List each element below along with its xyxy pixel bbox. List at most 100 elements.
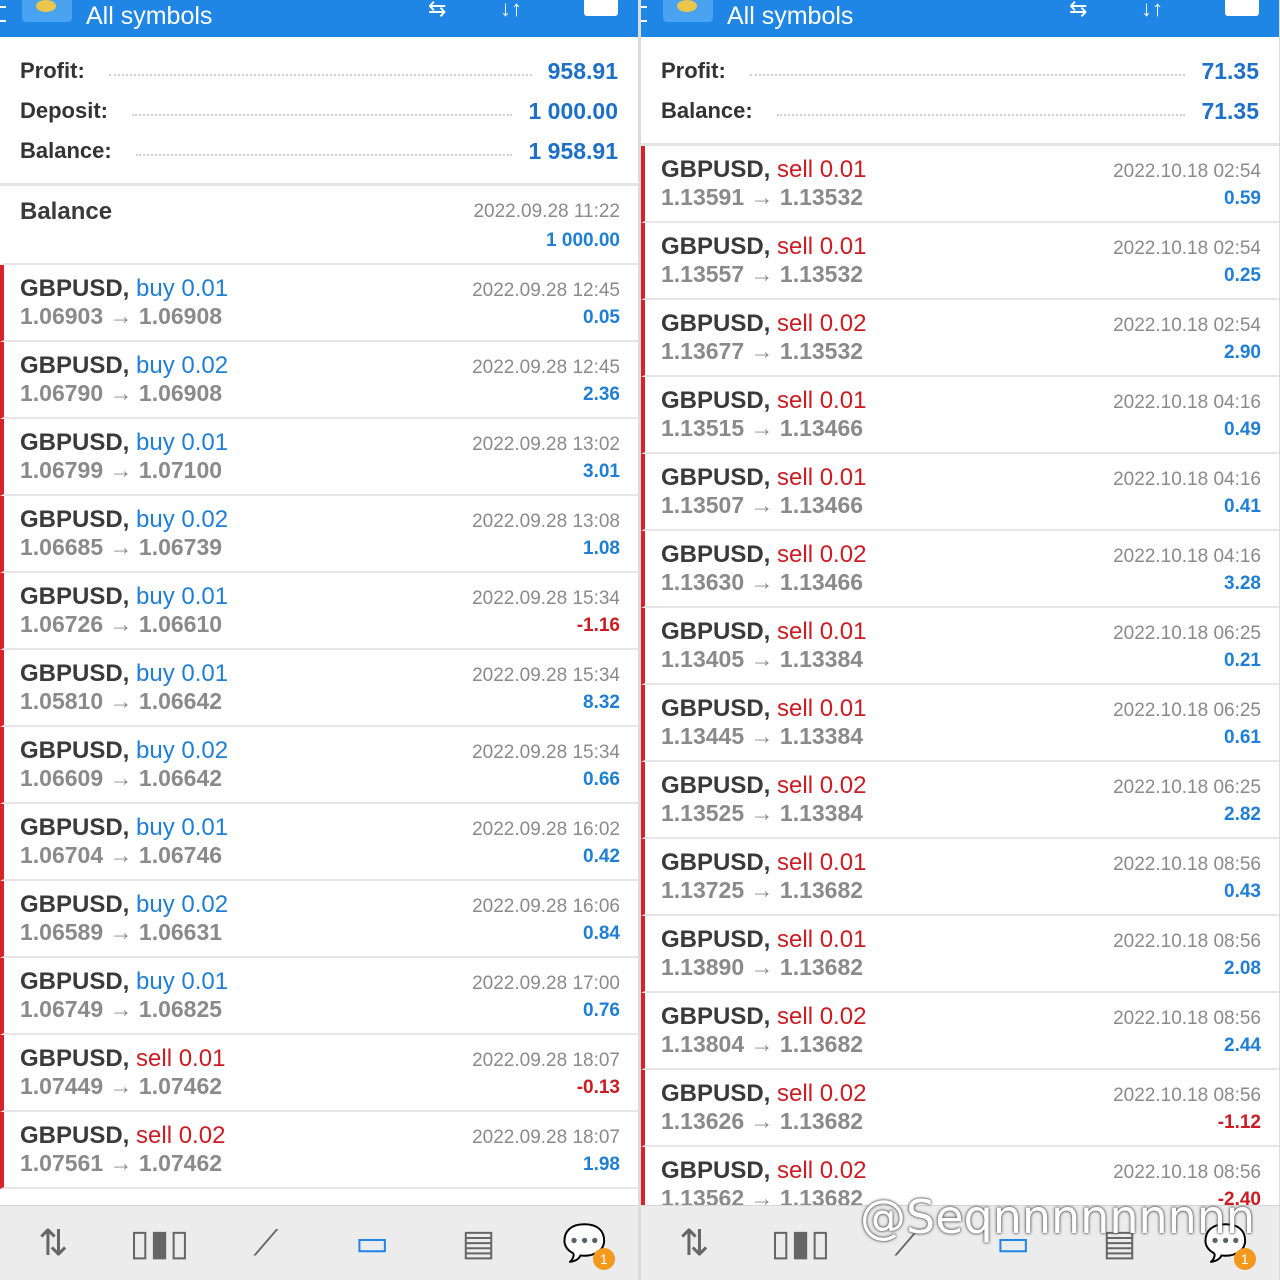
calendar-icon[interactable]: [584, 0, 618, 16]
deal-title: GBPUSD, sell 0.01: [661, 695, 866, 723]
menu-icon[interactable]: [641, 6, 647, 22]
deal-time: 2022.09.28 15:34: [472, 742, 620, 763]
deal-row[interactable]: GBPUSD, sell 0.01 1.13507 → 1.13466 2022.1…: [641, 454, 1279, 531]
deal-type: sell 0.01: [777, 618, 867, 645]
deal-row[interactable]: GBPUSD, sell 0.01 1.13405 → 1.13384 2022.1…: [641, 608, 1279, 685]
app-logo-icon: [22, 0, 72, 22]
deal-time: 2022.10.18 08:56: [1113, 1162, 1261, 1183]
deal-row[interactable]: GBPUSD, sell 0.01 1.13445 → 1.13384 2022.1…: [641, 685, 1279, 762]
deal-row[interactable]: GBPUSD, buy 0.02 1.06790 → 1.06908 2022.09…: [0, 342, 638, 419]
deal-time: 2022.10.18 04:16: [1113, 469, 1261, 490]
summary-value: 1 000.00: [528, 97, 618, 124]
deal-title: GBPUSD, buy 0.01: [20, 583, 228, 611]
dotted-leader: [108, 74, 532, 76]
deal-row[interactable]: GBPUSD, sell 0.01 1.13557 → 1.13532 2022.1…: [641, 223, 1279, 300]
watermark-text: @Seqnnnnnnnnn: [860, 1190, 1256, 1244]
quotes-icon[interactable]: ⇅: [664, 1222, 724, 1264]
deal-type: buy 0.01: [136, 968, 229, 995]
deal-symbol: GBPUSD,: [20, 660, 130, 687]
sort-icon[interactable]: ↓↑: [1141, 0, 1163, 22]
sort-icon[interactable]: ↓↑: [500, 0, 522, 22]
deal-row[interactable]: GBPUSD, buy 0.02 1.06609 → 1.06642 2022.09…: [0, 727, 638, 804]
deal-symbol: GBPUSD,: [661, 233, 771, 260]
deal-row[interactable]: GBPUSD, sell 0.01 1.13725 → 1.13682 2022.1…: [641, 839, 1279, 916]
deal-row[interactable]: GBPUSD, sell 0.01 1.07449 → 1.07462 2022.0…: [0, 1035, 638, 1112]
deal-row[interactable]: GBPUSD, buy 0.02 1.06589 → 1.06631 2022.09…: [0, 881, 638, 958]
deal-profit: 0.43: [1224, 881, 1261, 902]
deal-row[interactable]: GBPUSD, sell 0.02 1.07561 → 1.07462 2022.0…: [0, 1112, 638, 1189]
deal-prices: 1.13591 → 1.13532: [661, 184, 864, 210]
deal-row[interactable]: GBPUSD, sell 0.01 1.13890 → 1.13682 2022.1…: [641, 916, 1279, 993]
deal-prices: 1.06799 → 1.07100: [20, 457, 223, 483]
deal-row[interactable]: GBPUSD, buy 0.01 1.06903 → 1.06908 2022.09…: [0, 265, 638, 342]
symbol-filter-title[interactable]: All symbols: [727, 4, 853, 29]
deal-type: buy 0.02: [136, 891, 229, 918]
deal-title: GBPUSD, sell 0.02: [661, 541, 866, 569]
deal-title: GBPUSD, sell 0.02: [661, 1157, 866, 1185]
deal-profit: 3.01: [583, 461, 620, 482]
deal-amount: 1 000.00: [546, 230, 620, 251]
deal-profit: 2.36: [583, 384, 620, 405]
messages-icon[interactable]: 💬 1: [555, 1222, 615, 1270]
deal-title: GBPUSD, sell 0.01: [661, 926, 866, 954]
deal-row[interactable]: GBPUSD, buy 0.01 1.05810 → 1.06642 2022.09…: [0, 650, 638, 727]
menu-icon[interactable]: [0, 6, 6, 22]
balance-entry[interactable]: Balance 2022.09.28 11:22 1 000.00: [0, 186, 638, 265]
deal-symbol: GBPUSD,: [20, 352, 130, 379]
deal-row[interactable]: GBPUSD, buy 0.02 1.06685 → 1.06739 2022.09…: [0, 496, 638, 573]
deal-profit: 0.42: [583, 846, 620, 867]
deal-prices: 1.13804 → 1.13682: [661, 1031, 864, 1057]
deal-time: 2022.10.18 02:54: [1113, 161, 1261, 182]
deal-type: sell 0.02: [777, 1080, 867, 1107]
deal-row[interactable]: GBPUSD, buy 0.01 1.06749 → 1.06825 2022.09…: [0, 958, 638, 1035]
period-icon[interactable]: ⇆: [1069, 0, 1087, 22]
deal-row[interactable]: GBPUSD, sell 0.02 1.13677 → 1.13532 2022.1…: [641, 300, 1279, 377]
deal-type: sell 0.01: [777, 849, 867, 876]
deal-prices: 1.06589 → 1.06631: [20, 919, 223, 945]
news-icon[interactable]: ▤: [448, 1222, 508, 1264]
symbol-filter-title[interactable]: All symbols: [86, 4, 212, 29]
top-bar: All symbols ⇆ ↓↑: [0, 0, 638, 37]
deal-prices: 1.06790 → 1.06908: [20, 380, 223, 406]
deal-row[interactable]: GBPUSD, buy 0.01 1.06704 → 1.06746 2022.09…: [0, 804, 638, 881]
deal-row[interactable]: GBPUSD, sell 0.01 1.13515 → 1.13466 2022.1…: [641, 377, 1279, 454]
deal-row[interactable]: GBPUSD, sell 0.02 1.13804 → 1.13682 2022.1…: [641, 993, 1279, 1070]
deal-title: GBPUSD, buy 0.01: [20, 429, 228, 457]
deal-row[interactable]: GBPUSD, sell 0.02 1.13630 → 1.13466 2022.1…: [641, 531, 1279, 608]
summary-label: Profit:: [661, 58, 726, 83]
deal-profit: 1.98: [583, 1154, 620, 1175]
summary-row-balance: Balance: 71.35: [661, 91, 1259, 131]
deal-symbol: GBPUSD,: [661, 541, 771, 568]
bottom-nav: ⇅ ▯▮▯ ⟋ ▭ ▤ 💬 1: [0, 1205, 638, 1280]
chart-icon[interactable]: ▯▮▯: [129, 1222, 189, 1264]
deal-profit: 0.21: [1224, 650, 1261, 671]
history-icon[interactable]: ▭: [342, 1222, 402, 1264]
deal-type: sell 0.01: [777, 233, 867, 260]
deal-row[interactable]: GBPUSD, buy 0.01 1.06799 → 1.07100 2022.09…: [0, 419, 638, 496]
summary-row-balance: Balance: 1 958.91: [20, 131, 618, 171]
deal-row[interactable]: GBPUSD, sell 0.01 1.13591 → 1.13532 2022.1…: [641, 146, 1279, 223]
deal-time: 2022.09.28 13:08: [472, 511, 620, 532]
period-icon[interactable]: ⇆: [428, 0, 446, 22]
deal-prices: 1.13890 → 1.13682: [661, 954, 864, 980]
deal-time: 2022.09.28 16:06: [472, 896, 620, 917]
quotes-icon[interactable]: ⇅: [23, 1222, 83, 1264]
trade-icon[interactable]: ⟋: [236, 1222, 296, 1265]
summary-label: Balance:: [661, 98, 753, 123]
deal-profit: -0.13: [576, 1077, 620, 1098]
deal-prices: 1.06749 → 1.06825: [20, 996, 223, 1022]
balance-entry-label: Balance: [20, 198, 113, 225]
deal-symbol: GBPUSD,: [20, 814, 130, 841]
deal-row[interactable]: GBPUSD, sell 0.02 1.13626 → 1.13682 2022.1…: [641, 1070, 1279, 1147]
chart-icon[interactable]: ▯▮▯: [770, 1222, 830, 1264]
deal-title: GBPUSD, buy 0.01: [20, 275, 228, 303]
deal-row[interactable]: GBPUSD, buy 0.01 1.06726 → 1.06610 2022.09…: [0, 573, 638, 650]
account-icon[interactable]: [1225, 0, 1259, 16]
deal-profit: 2.44: [1224, 1035, 1261, 1056]
deal-time: 2022.09.28 11:22: [473, 201, 620, 222]
deal-prices: 1.13626 → 1.13682: [661, 1108, 864, 1134]
deal-row[interactable]: GBPUSD, sell 0.02 1.13525 → 1.13384 2022.1…: [641, 762, 1279, 839]
deal-time: 2022.09.28 15:34: [472, 588, 620, 609]
summary-row-deposit: Deposit: 1 000.00: [20, 91, 618, 131]
deal-title: GBPUSD, buy 0.01: [20, 968, 228, 996]
